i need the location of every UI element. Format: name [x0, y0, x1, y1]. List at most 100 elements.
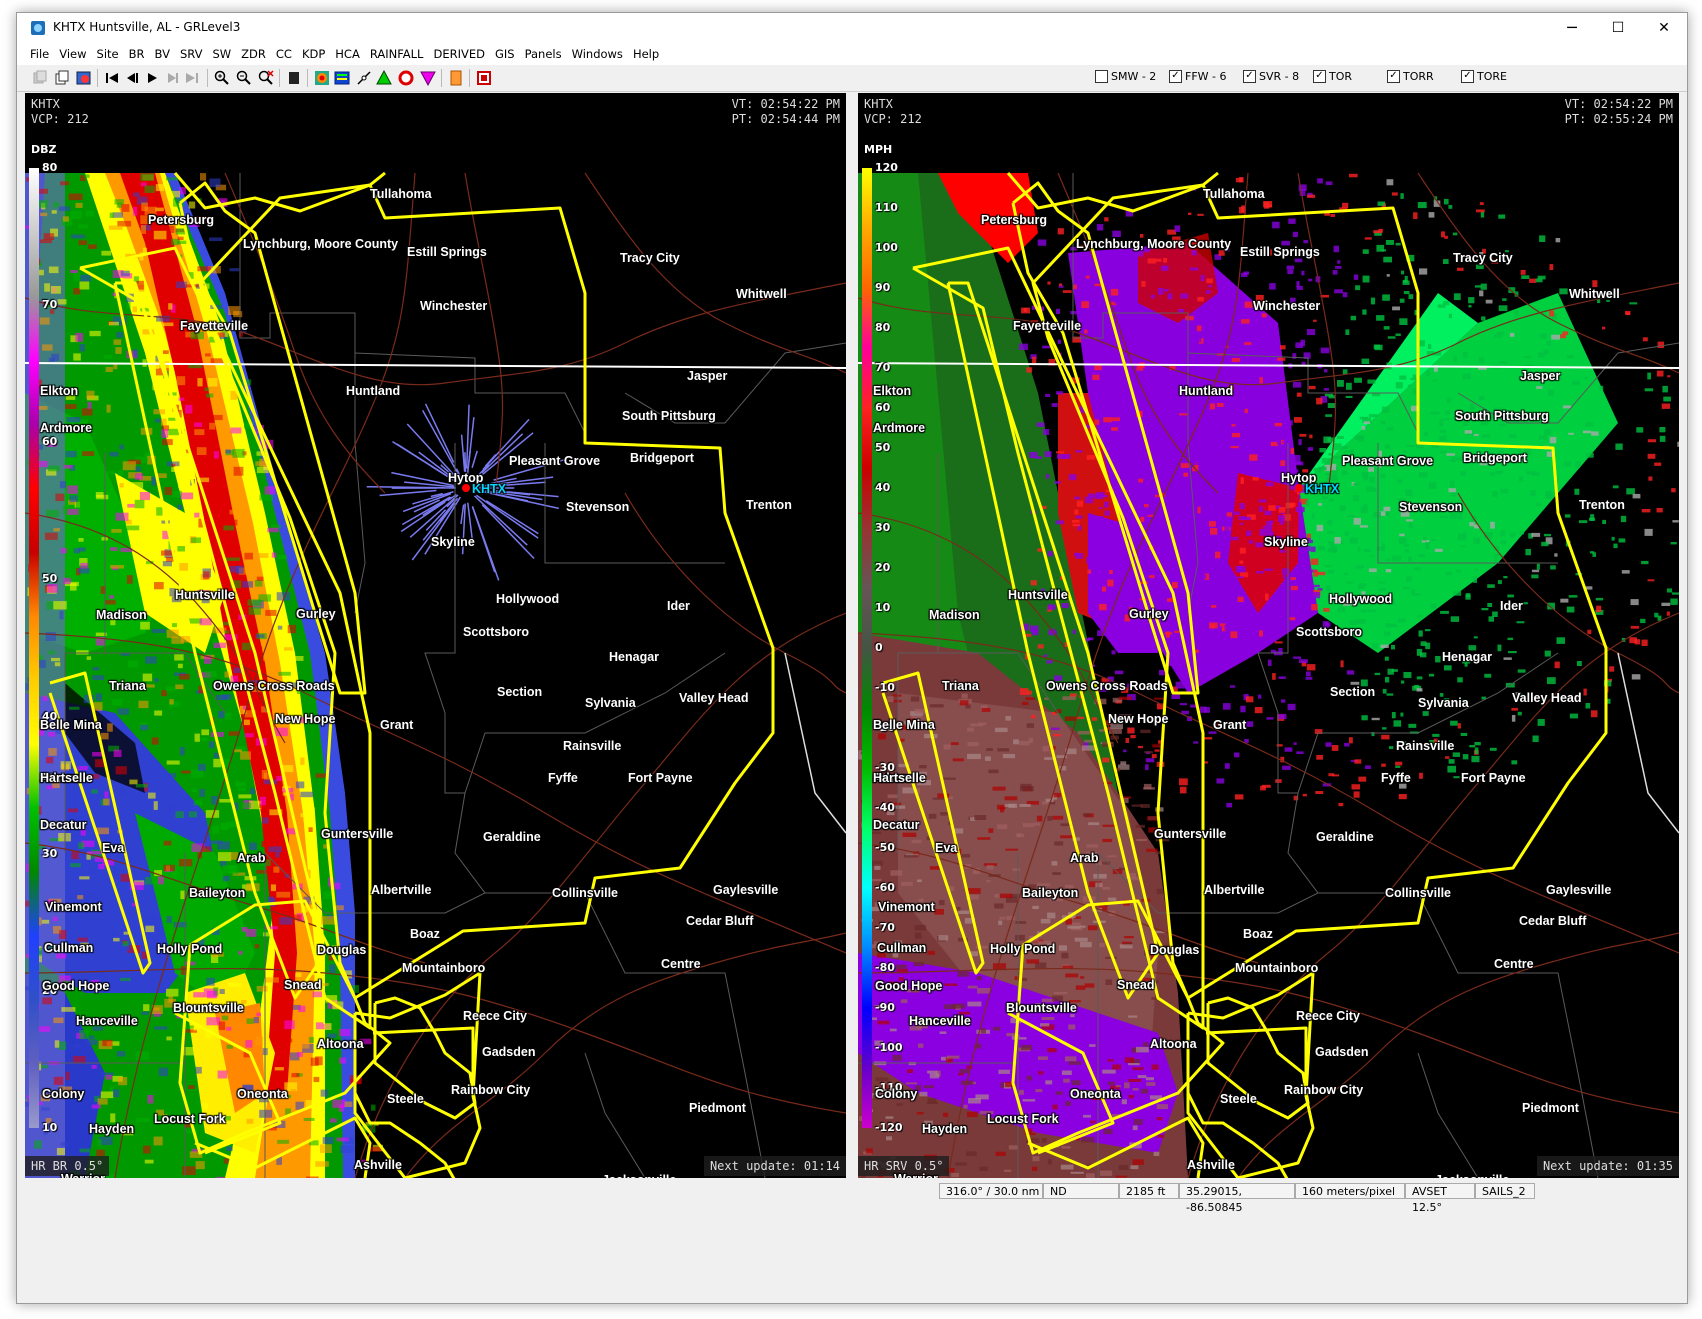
city-label: Oneonta	[1070, 1087, 1121, 1101]
menu-srv[interactable]: SRV	[175, 43, 208, 65]
city-label: Oneonta	[237, 1087, 288, 1101]
city-label: Colony	[42, 1087, 85, 1101]
city-label: South Pittsburg	[1455, 409, 1549, 423]
menu-derived[interactable]: DERIVED	[428, 43, 490, 65]
city-label: Cullman	[44, 941, 94, 955]
city-label: Eva	[935, 841, 958, 855]
menu-bar: File View Site BR BV SRV SW ZDR CC KDP HCA RAINFALL…	[17, 43, 1687, 65]
city-label: Sylvania	[585, 696, 636, 710]
city-label: Grant	[380, 718, 414, 732]
city-label: Whitwell	[736, 287, 787, 301]
city-label: Belle Mina	[40, 718, 102, 732]
color-table-icon[interactable]	[313, 69, 331, 87]
menu-view[interactable]: View	[54, 43, 91, 65]
stop-icon[interactable]	[475, 69, 493, 87]
city-label: Fort Payne	[628, 771, 693, 785]
triangle-marker-icon[interactable]	[375, 69, 393, 87]
menu-gis[interactable]: GIS	[490, 43, 520, 65]
checkbox[interactable]: ✓	[1169, 70, 1182, 83]
menu-cc[interactable]: CC	[271, 43, 297, 65]
city-label: Snead	[284, 978, 322, 992]
warning-filter-tore[interactable]: ✓ TORE	[1461, 70, 1507, 83]
checkbox[interactable]: ✓	[1387, 70, 1400, 83]
color-bar	[862, 168, 872, 1128]
city-label: Boaz	[1243, 927, 1273, 941]
warning-filter-torr[interactable]: ✓ TORR	[1387, 70, 1434, 83]
last-frame-icon[interactable]	[183, 69, 201, 87]
close-button[interactable]: ✕	[1641, 13, 1687, 43]
city-label: Geraldine	[483, 830, 541, 844]
warning-filter-tor[interactable]: ✓ TOR	[1313, 70, 1352, 83]
city-label: Guntersville	[1154, 827, 1227, 841]
warning-filter-label: TOR	[1329, 70, 1353, 83]
menu-panels[interactable]: Panels	[520, 43, 567, 65]
warning-filter-ffw-6[interactable]: ✓ FFW - 6	[1169, 70, 1227, 83]
menu-rainfall[interactable]: RAINFALL	[365, 43, 429, 65]
maximize-button[interactable]: ☐	[1595, 13, 1641, 43]
menu-hca[interactable]: HCA	[330, 43, 365, 65]
city-label: Cullman	[877, 941, 927, 955]
copy-icon[interactable]	[53, 69, 71, 87]
play-icon[interactable]	[143, 69, 161, 87]
city-label: Ider	[667, 599, 690, 613]
warning-filter-smw-2[interactable]: SMW - 2	[1095, 70, 1156, 83]
menu-file[interactable]: File	[25, 43, 54, 65]
scale-tick-label: 50	[875, 441, 891, 454]
city-label: Sylvania	[1418, 696, 1469, 710]
zoom-out-icon[interactable]	[235, 69, 253, 87]
circle-marker-icon[interactable]	[397, 69, 415, 87]
radar-site-icon[interactable]	[75, 69, 93, 87]
scale-tick-label: 100	[875, 241, 898, 254]
zoom-in-icon[interactable]	[213, 69, 231, 87]
menu-zdr[interactable]: ZDR	[236, 43, 271, 65]
previous-frame-icon[interactable]	[123, 69, 141, 87]
city-label: Rainsville	[563, 739, 622, 753]
next-frame-icon[interactable]	[163, 69, 181, 87]
city-label: Trenton	[1579, 498, 1625, 512]
background-icon[interactable]	[285, 69, 303, 87]
city-label: Elkton	[40, 384, 79, 398]
left-radar-pane[interactable]: KHTX VCP: 212 VT: 02:54:22 PM PT: 02:54:44…	[25, 93, 846, 1178]
city-label: Madison	[96, 608, 147, 622]
checkbox[interactable]: ✓	[1243, 70, 1256, 83]
menu-help[interactable]: Help	[628, 43, 664, 65]
city-label: Centre	[661, 957, 701, 971]
scale-tick-label: 80	[42, 161, 58, 174]
city-label: Cedar Bluff	[1519, 914, 1587, 928]
checkbox[interactable]: ✓	[1461, 70, 1474, 83]
minimize-button[interactable]: ─	[1549, 13, 1595, 43]
legend-icon[interactable]	[333, 69, 351, 87]
warning-filter-label: TORR	[1403, 70, 1434, 83]
status-azimuth: 316.0° / 30.0 nm	[939, 1183, 1043, 1199]
city-label: Scottsboro	[463, 625, 529, 639]
menu-windows[interactable]: Windows	[567, 43, 628, 65]
scale-tick-label: 70	[42, 298, 58, 312]
city-label: Decatur	[873, 818, 920, 832]
warning-filter-svr-8[interactable]: ✓ SVR - 8	[1243, 70, 1299, 83]
menu-br[interactable]: BR	[124, 43, 150, 65]
city-label: Whitwell	[1569, 287, 1620, 301]
scale-tick-label: 60	[42, 435, 58, 449]
city-label: Vinemont	[45, 900, 102, 914]
menu-sw[interactable]: SW	[207, 43, 236, 65]
menu-kdp[interactable]: KDP	[297, 43, 330, 65]
city-label: Douglas	[317, 943, 367, 957]
next-update: Next update: 01:14	[703, 1156, 846, 1176]
placefile-icon[interactable]	[447, 69, 465, 87]
down-triangle-icon[interactable]	[419, 69, 437, 87]
city-label: Grant	[1213, 718, 1247, 732]
measure-tool-icon[interactable]	[355, 69, 373, 87]
first-frame-icon[interactable]	[103, 69, 121, 87]
checkbox[interactable]: ✓	[1313, 70, 1326, 83]
checkbox[interactable]	[1095, 70, 1108, 83]
menu-bv[interactable]: BV	[150, 43, 175, 65]
copy-disabled-icon[interactable]	[31, 69, 49, 87]
scale-tick-label: 60	[875, 401, 891, 414]
zoom-reset-icon[interactable]	[257, 69, 275, 87]
city-label: Jacksonville	[1435, 1173, 1509, 1178]
city-label: Steele	[1220, 1092, 1257, 1106]
city-label: Arab	[237, 851, 266, 865]
right-radar-pane[interactable]: KHTX VCP: 212 VT: 02:54:22 PM PT: 02:55:24…	[858, 93, 1679, 1178]
menu-site[interactable]: Site	[92, 43, 124, 65]
city-label: Stevenson	[566, 500, 630, 514]
